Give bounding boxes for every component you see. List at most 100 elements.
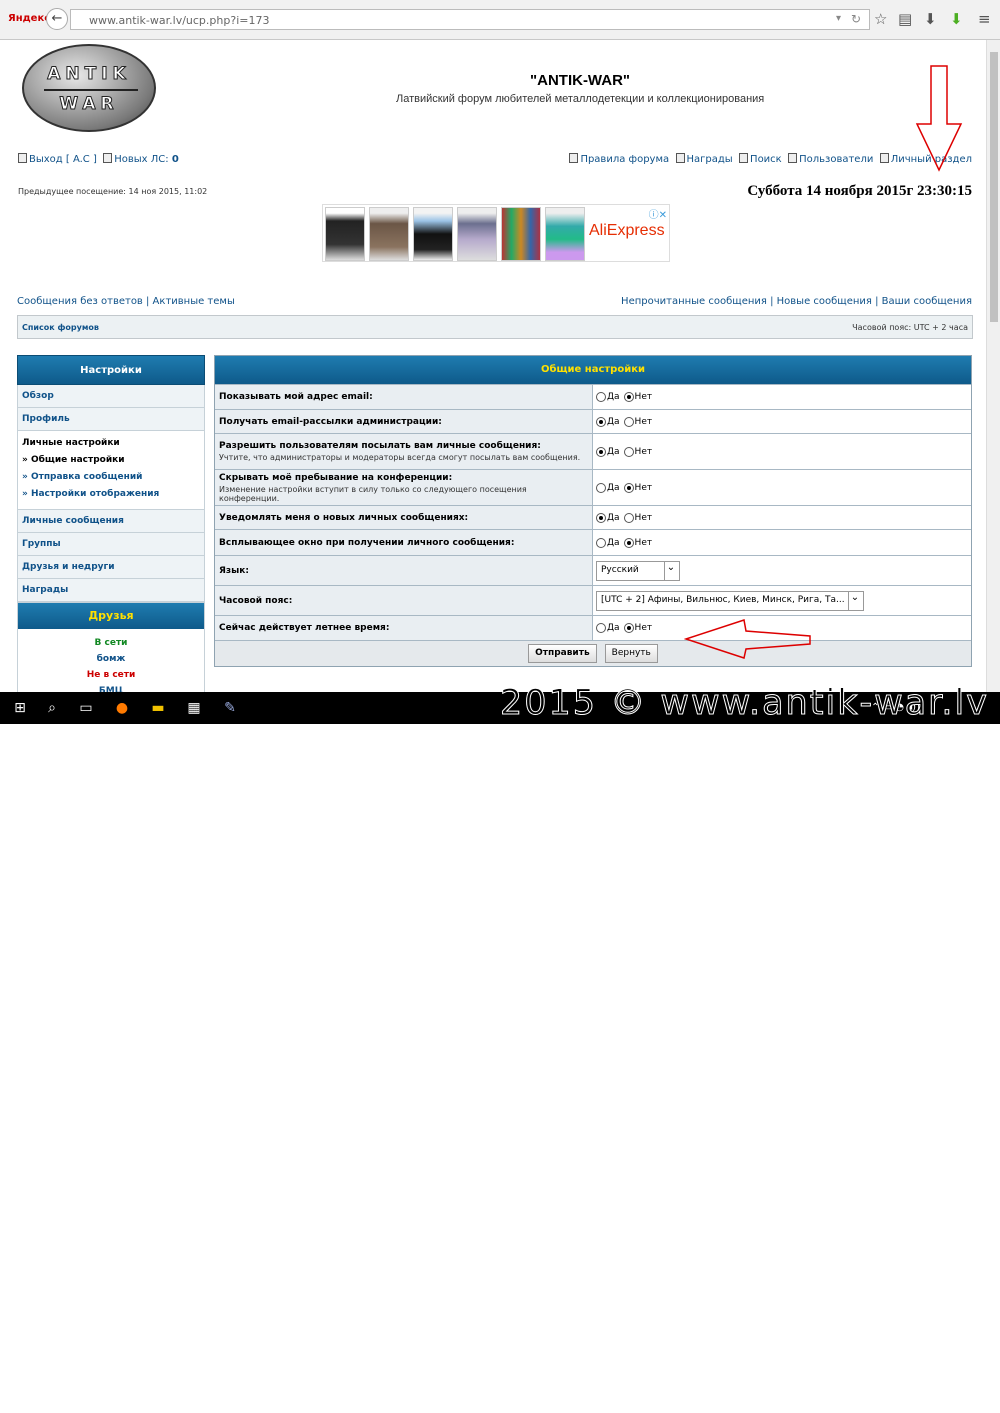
radio-no-label: Нет [634,537,653,548]
radio-yes[interactable] [596,623,606,633]
sidebar-item-awards[interactable]: Награды [17,579,205,602]
reset-button[interactable]: Вернуть [604,644,658,663]
sidebar-item-friends-foes[interactable]: Друзья и недруги [17,556,205,579]
extension-download-icon[interactable]: ⬇ [950,10,963,28]
radio-no-label: Нет [634,416,653,427]
scrollbar-thumb[interactable] [990,52,998,322]
windows-start-icon[interactable]: ⊞ [10,698,30,718]
media-icon[interactable]: ▦ [184,698,204,718]
radio-yes-label: Да [607,537,620,548]
breadcrumb[interactable]: Список форумов [22,323,99,332]
users-link[interactable]: Пользователи [799,154,873,165]
sidebar-title: Настройки [17,355,205,385]
radio-no[interactable] [623,446,634,457]
radio-yes[interactable] [596,537,606,548]
paint-icon[interactable]: ✎ [220,698,240,718]
address-bar[interactable]: www.antik-war.lv/ucp.php?i=173 ▾ ↻ [70,9,870,30]
logo-divider [44,89,138,91]
star-icon[interactable]: ☆ [874,10,887,28]
ad-product-image[interactable] [457,207,497,261]
language-select[interactable]: Русский [596,561,680,581]
logout-icon [18,153,27,163]
search-icon[interactable]: ⌕ [42,698,62,718]
annotation-arrow-left [684,619,811,659]
pm-icon [103,153,113,163]
ad-close-icon[interactable]: ⓘ✕ [649,206,667,221]
menu-icon[interactable]: ≡ [978,10,991,28]
radio-yes[interactable] [596,392,606,402]
sidebar-item-personal-settings[interactable]: Личные настройки [22,435,204,452]
sidebar-item-groups[interactable]: Группы [17,533,205,556]
friends-title: Друзья [18,603,204,629]
aliexpress-logo[interactable]: AliExpress [589,222,665,240]
submit-button[interactable]: Отправить [528,644,597,663]
radio-no-label: Нет [634,392,653,402]
radio-no[interactable] [623,482,634,493]
tray-date: 14.11.2015 [962,1402,1000,1411]
setting-options: Да Нет [593,506,971,529]
setting-label: Получать email-рассылки администрации: [215,410,593,433]
ad-product-image[interactable] [369,207,409,261]
annotation-arrow-down [915,65,963,172]
radio-yes[interactable] [596,512,606,523]
ad-product-image[interactable] [325,207,365,261]
search-link[interactable]: Поиск [750,154,782,165]
sidebar-item-overview[interactable]: Обзор [17,385,205,408]
watermark: 2015 © www.antik-war.lv [500,683,989,724]
setting-label: Скрывать моё пребывание на конференции: … [215,470,593,505]
site-logo[interactable]: ANTIK WAR [22,44,156,132]
setting-row: Часовой пояс: [UTC + 2] Афины, Вильнюс, … [215,585,971,615]
radio-yes[interactable] [596,446,606,457]
radio-no-label: Нет [634,512,653,523]
sidebar-item-private-messages[interactable]: Личные сообщения [17,510,205,533]
sidebar-item-profile[interactable]: Профиль [17,408,205,431]
download-icon[interactable]: ⬇ [924,10,937,28]
ad-product-image[interactable] [413,207,453,261]
radio-no[interactable] [623,512,634,523]
ad-product-image[interactable] [545,207,585,261]
nav-links: Правила форума Награды Поиск Пользовател… [569,153,972,165]
ad-banner[interactable]: AliExpress ⓘ✕ [322,204,670,262]
task-view-icon[interactable]: ▭ [76,698,96,718]
firefox-icon[interactable]: ● [112,698,132,718]
sidebar-sub-general[interactable]: » Общие настройки [22,452,204,469]
rules-link[interactable]: Правила форума [580,154,669,165]
quick-links-left[interactable]: Сообщения без ответов | Активные темы [17,296,235,307]
yandex-logo[interactable]: Яндекс [8,13,50,24]
tray-language[interactable]: ENG [925,1398,942,1407]
radio-no[interactable] [623,537,634,548]
reload-icon[interactable]: ↻ [851,12,861,26]
setting-options: [UTC + 2] Афины, Вильнюс, Киев, Минск, Р… [593,586,971,615]
tray-clock[interactable]: 22:30 14.11.2015 [962,1389,1000,1413]
back-icon[interactable]: ← [46,8,68,30]
setting-row: Всплывающее окно при получении личного с… [215,529,971,555]
previous-visit: Предыдущее посещение: 14 ноя 2015, 11:02 [18,187,208,196]
dropdown-icon[interactable]: ▾ [836,13,841,24]
radio-yes-label: Да [607,392,620,402]
breadcrumb-bar: Список форумов Часовой пояс: UTC + 2 час… [17,315,973,339]
setting-hint: Учтите, что администраторы и модераторы … [219,453,581,462]
ad-product-image[interactable] [501,207,541,261]
timezone-select[interactable]: [UTC + 2] Афины, Вильнюс, Киев, Минск, Р… [596,591,864,611]
new-pm-link[interactable]: Новых ЛС: [114,154,168,165]
radio-no[interactable] [623,416,634,427]
sidebar-sub-display[interactable]: » Настройки отображения [22,486,204,503]
awards-link[interactable]: Награды [687,154,733,165]
radio-no[interactable] [623,392,634,402]
logout-link[interactable]: Выход [ A.C ] [29,154,97,165]
radio-yes[interactable] [596,482,606,493]
reading-list-icon[interactable]: ▤ [898,10,912,28]
quick-links-right[interactable]: Непрочитанные сообщения | Новые сообщени… [621,296,972,307]
radio-yes[interactable] [596,416,606,427]
setting-label: Разрешить пользователям посылать вам лич… [215,434,593,469]
file-explorer-icon[interactable]: ▬ [148,698,168,718]
sidebar-sub-posting[interactable]: » Отправка сообщений [22,469,204,486]
setting-row: Язык: Русский [215,555,971,585]
friend-online-user[interactable]: бомж [18,651,204,667]
setting-options: Да Нет [593,470,971,505]
setting-label: Язык: [215,556,593,585]
radio-no-label: Нет [634,446,653,457]
setting-label: Уведомлять меня о новых личных сообщения… [215,506,593,529]
radio-no[interactable] [623,623,634,633]
page-scrollbar[interactable] [986,40,1000,692]
